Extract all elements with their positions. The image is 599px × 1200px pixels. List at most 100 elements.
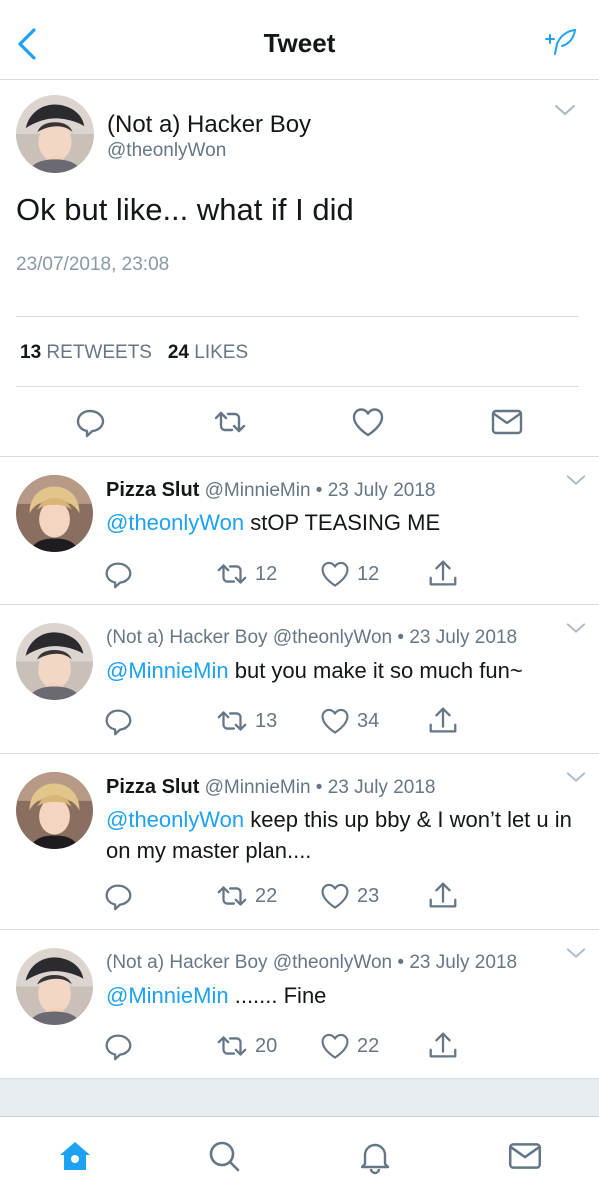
retweet-icon [215, 879, 249, 913]
mention-link[interactable]: @MinnieMin [106, 983, 229, 1008]
retweet-icon [215, 557, 249, 591]
reply-display-name[interactable]: Pizza Slut [106, 776, 199, 798]
reply-tweet[interactable]: Pizza Slut @MinnieMin • 23 July 2018 @th… [0, 457, 599, 605]
reply-tweet[interactable]: (Not a) Hacker Boy @theonlyWon • 23 July… [0, 930, 599, 1078]
mention-link[interactable]: @MinnieMin [106, 658, 229, 683]
reply-display-name[interactable]: Pizza Slut [106, 479, 199, 501]
reply-actions: 12 12 [0, 556, 599, 592]
reply-icon[interactable] [101, 878, 135, 914]
feed-end-spacer [0, 1078, 599, 1116]
compose-feather-icon[interactable] [545, 26, 581, 62]
likes-count: 24 [167, 342, 189, 363]
share-icon[interactable] [426, 878, 460, 914]
messages-envelope-icon[interactable] [506, 1137, 544, 1175]
retweets-label: RETWEETS [46, 342, 152, 363]
bottom-tab-bar [0, 1116, 599, 1200]
reply-header: Pizza Slut @MinnieMin • 23 July 2018 [106, 776, 435, 799]
share-icon[interactable] [426, 1028, 460, 1064]
chevron-down-icon[interactable] [553, 102, 577, 118]
avatar[interactable] [16, 948, 93, 1025]
reply-header: Pizza Slut @MinnieMin • 23 July 2018 [106, 479, 435, 502]
retweet-count: 22 [255, 884, 278, 907]
avatar[interactable] [16, 95, 94, 173]
reply-text: @MinnieMin but you make it so much fun~ [106, 655, 586, 686]
main-tweet-timestamp: 23/07/2018, 23:08 [16, 254, 170, 275]
home-icon[interactable] [56, 1137, 94, 1175]
reply-tweet[interactable]: (Not a) Hacker Boy @theonlyWon • 23 July… [0, 605, 599, 754]
reply-icon[interactable] [72, 404, 108, 440]
retweets-stat[interactable]: 13 RETWEETS [20, 342, 152, 363]
like-button[interactable]: 23 [319, 878, 379, 914]
likes-label: LIKES [194, 342, 249, 363]
separator-dot: • [315, 777, 323, 798]
chevron-down-icon[interactable] [565, 473, 587, 487]
reply-icon[interactable] [101, 556, 135, 592]
reply-handle[interactable]: @theonlyWon [273, 952, 392, 973]
reply-icon[interactable] [101, 1028, 135, 1064]
separator-dot: • [397, 627, 405, 648]
like-count: 34 [357, 709, 380, 732]
main-tweet-handle[interactable]: @theonlyWon [107, 140, 226, 162]
share-icon[interactable] [426, 556, 460, 592]
direct-message-envelope-icon[interactable] [489, 404, 525, 440]
reply-actions: 20 22 [0, 1028, 599, 1064]
separator-dot: • [315, 480, 323, 501]
separator-dot: • [397, 952, 405, 973]
reply-handle[interactable]: @theonlyWon [273, 627, 392, 648]
reply-display-name[interactable]: (Not a) Hacker Boy [106, 627, 268, 648]
reply-actions: 22 23 [0, 878, 599, 914]
reply-text: @theonlyWon stOP TEASING ME [106, 507, 586, 538]
like-button[interactable]: 34 [319, 703, 379, 739]
reply-date: 23 July 2018 [327, 777, 436, 798]
mention-link[interactable]: @theonlyWon [106, 807, 244, 832]
top-bar: Tweet [0, 0, 599, 80]
avatar[interactable] [16, 772, 93, 849]
reply-handle[interactable]: @MinnieMin [205, 480, 311, 501]
reply-date: 23 July 2018 [409, 627, 518, 648]
divider [16, 316, 579, 317]
reply-body-text: stOP TEASING ME [250, 510, 441, 535]
notifications-bell-icon[interactable] [356, 1137, 394, 1175]
chevron-down-icon[interactable] [565, 770, 587, 784]
retweet-count: 12 [255, 562, 278, 585]
reply-body-text: but you make it so much fun~ [234, 658, 523, 683]
retweet-button[interactable]: 13 [215, 703, 277, 739]
reply-body-text: ....... Fine [234, 983, 327, 1008]
main-tweet: (Not a) Hacker Boy @theonlyWon Ok but li… [0, 80, 599, 457]
reply-text: @theonlyWon keep this up bby & I won’t l… [106, 804, 586, 866]
retweet-count: 13 [255, 709, 278, 732]
avatar[interactable] [16, 475, 93, 552]
search-icon[interactable] [205, 1137, 243, 1175]
retweet-icon [215, 1029, 249, 1063]
like-count: 12 [357, 562, 380, 585]
reply-text: @MinnieMin ....... Fine [106, 980, 586, 1011]
reply-date: 23 July 2018 [409, 952, 518, 973]
reply-actions: 13 34 [0, 703, 599, 739]
retweet-button[interactable]: 12 [215, 556, 277, 592]
main-tweet-actions [0, 400, 599, 444]
retweet-button[interactable]: 20 [215, 1028, 277, 1064]
main-tweet-display-name[interactable]: (Not a) Hacker Boy [107, 111, 311, 139]
chevron-down-icon[interactable] [565, 946, 587, 960]
reply-date: 23 July 2018 [327, 480, 436, 501]
retweet-icon[interactable] [212, 404, 248, 440]
like-count: 23 [357, 884, 380, 907]
retweet-count: 20 [255, 1034, 278, 1057]
chevron-down-icon[interactable] [565, 621, 587, 635]
reply-display-name[interactable]: (Not a) Hacker Boy [106, 952, 268, 973]
like-button[interactable]: 22 [319, 1028, 379, 1064]
likes-stat[interactable]: 24 LIKES [168, 342, 248, 363]
like-button[interactable]: 12 [319, 556, 379, 592]
like-count: 22 [357, 1034, 380, 1057]
like-heart-icon[interactable] [350, 404, 386, 440]
avatar[interactable] [16, 623, 93, 700]
retweet-icon [215, 704, 249, 738]
reply-handle[interactable]: @MinnieMin [205, 777, 311, 798]
mention-link[interactable]: @theonlyWon [106, 510, 244, 535]
reply-tweet[interactable]: Pizza Slut @MinnieMin • 23 July 2018 @th… [0, 754, 599, 930]
share-icon[interactable] [426, 703, 460, 739]
retweet-button[interactable]: 22 [215, 878, 277, 914]
reply-icon[interactable] [101, 703, 135, 739]
retweets-count: 13 [20, 342, 42, 363]
like-heart-icon [319, 1030, 351, 1062]
